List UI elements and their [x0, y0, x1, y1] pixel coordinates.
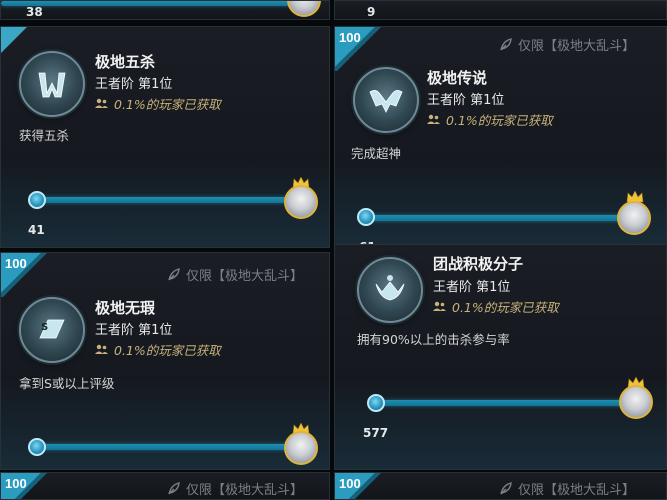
achievement-rank: 王者阶 第1位 — [427, 93, 505, 108]
achievement-rank: 王者阶 第1位 — [95, 77, 173, 92]
achievement-description: 获得五杀 — [19, 128, 70, 143]
polar-pentakill-emblem-icon — [38, 72, 66, 98]
achievement-percent-text: 0.1%的玩家已获取 — [452, 300, 559, 315]
teamfight-emblem-icon — [375, 275, 405, 301]
achievement-percent-text: 0.1%的玩家已获取 — [114, 343, 221, 358]
achievement-emblem: S — [19, 297, 85, 363]
progress-start-knob — [357, 208, 375, 226]
progress-start-knob — [28, 191, 46, 209]
achievement-emblem — [357, 257, 423, 323]
player-avatar — [619, 385, 653, 419]
svg-text:S: S — [41, 322, 48, 333]
mode-restriction-text: 仅限【极地大乱斗】 — [518, 39, 636, 54]
mode-restriction-label: 仅限【极地大乱斗】 — [166, 479, 303, 498]
achievement-level-badge: 100 — [339, 30, 361, 45]
achievement-percent: 0.1%的玩家已获取 — [95, 94, 221, 113]
achievement-percent-text: 0.1%的玩家已获取 — [114, 97, 221, 112]
achievement-description: 拿到S或以上评级 — [19, 376, 115, 391]
people-icon — [433, 301, 446, 311]
achievement-card-teamfight[interactable]: 团战积极分子 王者阶 第1位 0.1%的玩家已获取 拥有90%以上的击杀参与率 … — [334, 244, 667, 470]
feather-icon — [201, 27, 217, 39]
mode-restriction-label: 仅限【极地大乱斗】 — [498, 35, 635, 54]
player-avatar — [284, 185, 318, 219]
achievements-page: 38 9 极地五杀 王者阶 第1位 0.1%的玩家已获取 获得五杀 41 100… — [0, 0, 667, 500]
progress-track — [1, 1, 291, 6]
achievement-level-badge: 100 — [339, 476, 361, 491]
achievement-card-polar-legendary[interactable]: 100 仅限【极地大乱斗】 极地传说 王者阶 第1位 0.1%的玩家已获取 完成… — [334, 26, 667, 248]
achievement-level-badge: 100 — [5, 256, 27, 271]
feather-icon — [168, 267, 180, 280]
mode-restriction-label — [201, 27, 217, 39]
player-avatar — [617, 201, 651, 235]
achievement-level-badge: 100 — [5, 476, 27, 491]
mode-restriction-text: 仅限【极地大乱斗】 — [186, 269, 304, 284]
player-avatar — [287, 1, 321, 17]
progress-start-knob — [367, 394, 385, 412]
feather-icon — [500, 37, 512, 50]
achievement-card-partial-top-left[interactable]: 38 — [0, 0, 330, 20]
progress-count: 38 — [26, 5, 43, 19]
mode-restriction-text: 仅限【极地大乱斗】 — [186, 483, 304, 498]
mode-restriction-text: 仅限【极地大乱斗】 — [518, 483, 636, 498]
progress-track — [36, 197, 288, 203]
achievement-emblem — [353, 67, 419, 133]
feather-icon — [500, 481, 512, 494]
achievement-description: 完成超神 — [351, 146, 402, 161]
achievement-percent: 0.1%的玩家已获取 — [433, 297, 559, 316]
achievement-card-partial-top-right[interactable]: 9 — [334, 0, 667, 20]
polar-legendary-emblem-icon — [369, 90, 403, 113]
achievement-description: 拥有90%以上的击杀参与率 — [357, 332, 510, 347]
people-icon — [427, 114, 440, 124]
achievement-card-polar-pentakill[interactable]: 极地五杀 王者阶 第1位 0.1%的玩家已获取 获得五杀 41 — [0, 26, 330, 248]
people-icon — [95, 344, 108, 354]
progress-count: 9 — [367, 5, 376, 19]
achievement-card-partial-bottom-left[interactable]: 100 仅限【极地大乱斗】 — [0, 472, 330, 500]
polar-flawless-emblem-icon: S — [39, 319, 65, 339]
achievement-title: 极地五杀 — [95, 53, 156, 71]
progress-start-knob — [28, 438, 46, 456]
achievement-card-polar-flawless[interactable]: 100 仅限【极地大乱斗】 S 极地无瑕 王者阶 第1位 0.1%的玩家已获取 … — [0, 252, 330, 470]
feather-icon — [168, 481, 180, 494]
achievement-title: 极地无瑕 — [95, 299, 156, 317]
progress-track — [375, 400, 627, 406]
progress-track — [365, 215, 627, 221]
mode-restriction-label: 仅限【极地大乱斗】 — [166, 265, 303, 284]
mode-restriction-label: 仅限【极地大乱斗】 — [498, 479, 635, 498]
achievement-title: 极地传说 — [427, 69, 488, 87]
player-avatar — [284, 431, 318, 465]
progress-count: 41 — [28, 223, 45, 237]
achievement-rank: 王者阶 第1位 — [433, 280, 511, 295]
progress-track — [36, 444, 288, 450]
achievement-card-partial-bottom-right[interactable]: 100 仅限【极地大乱斗】 — [334, 472, 667, 500]
achievement-emblem — [19, 51, 85, 117]
achievement-rank: 王者阶 第1位 — [95, 323, 173, 338]
achievement-percent-text: 0.1%的玩家已获取 — [446, 113, 553, 128]
achievement-percent: 0.1%的玩家已获取 — [95, 340, 221, 359]
people-icon — [95, 98, 108, 108]
progress-count: 577 — [363, 426, 389, 440]
achievement-percent: 0.1%的玩家已获取 — [427, 110, 553, 129]
achievement-title: 团战积极分子 — [433, 255, 524, 273]
